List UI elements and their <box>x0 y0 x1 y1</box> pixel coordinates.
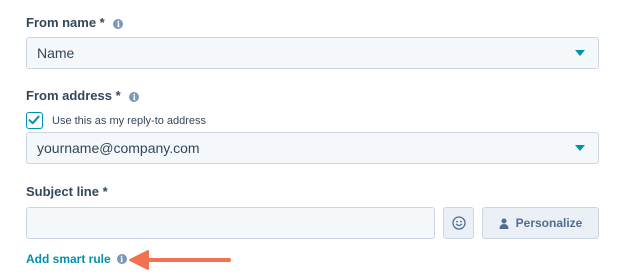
subject-line-label: Subject line * <box>26 184 108 200</box>
personalize-button[interactable]: Personalize <box>482 207 599 239</box>
smart-rule-row: Add smart rule i <box>26 252 127 266</box>
reply-to-checkbox[interactable] <box>26 112 43 129</box>
from-address-label-text: From address * <box>26 88 121 103</box>
from-name-select[interactable]: Name <box>26 37 599 69</box>
reply-to-checkbox-label[interactable]: Use this as my reply-to address <box>52 115 206 127</box>
smiley-icon <box>451 216 466 230</box>
checkmark-icon <box>28 115 40 125</box>
reply-to-checkbox-row[interactable]: Use this as my reply-to address <box>26 112 206 129</box>
from-address-select[interactable]: yourname@company.com <box>26 132 599 164</box>
info-icon[interactable]: i <box>116 254 127 264</box>
chevron-down-icon <box>575 145 585 151</box>
callout-arrow-icon <box>129 250 231 270</box>
subject-line-label-text: Subject line * <box>26 184 108 199</box>
from-address-selected-value: yourname@company.com <box>37 140 200 156</box>
from-address-label: From address * i <box>26 88 140 104</box>
add-smart-rule-link[interactable]: Add smart rule <box>26 252 111 266</box>
from-name-selected-value: Name <box>37 45 75 61</box>
subject-line-input[interactable] <box>26 207 435 239</box>
personalize-button-label: Personalize <box>515 216 583 230</box>
from-name-label: From name * i <box>26 15 124 31</box>
info-icon[interactable]: i <box>113 18 124 29</box>
chevron-down-icon <box>575 50 585 56</box>
emoji-button[interactable] <box>443 207 474 239</box>
info-icon[interactable]: i <box>129 91 140 102</box>
from-name-label-text: From name * <box>26 15 105 30</box>
person-icon <box>499 218 509 229</box>
